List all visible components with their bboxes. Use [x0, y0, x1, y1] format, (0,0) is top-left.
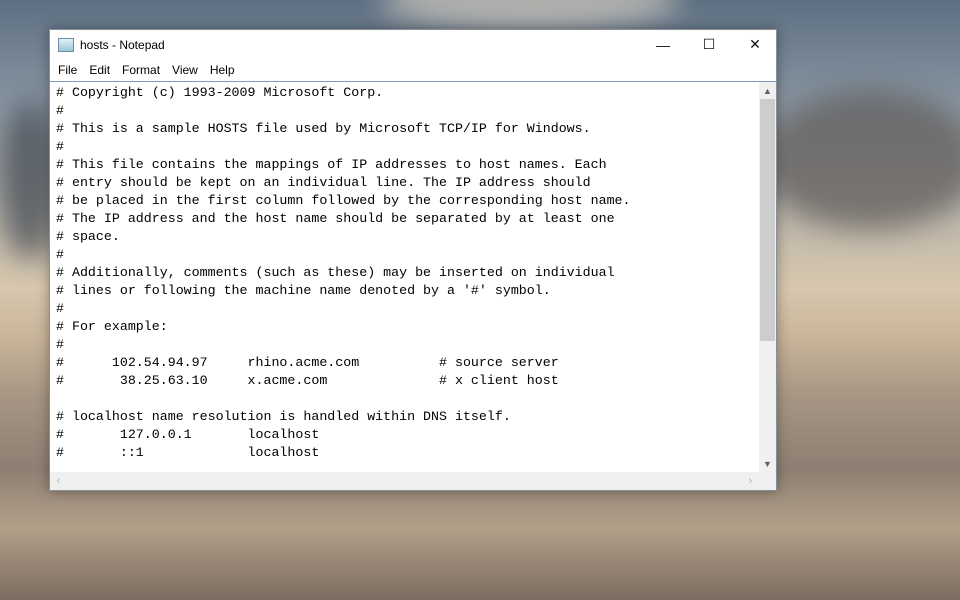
text-line: # Copyright (c) 1993-2009 Microsoft Corp…: [56, 85, 384, 100]
scrollbar-thumb[interactable]: [760, 99, 775, 341]
scroll-up-icon[interactable]: ▲: [759, 82, 776, 99]
text-line: # be placed in the first column followed…: [56, 193, 631, 208]
text-line: #: [56, 337, 64, 352]
minimize-button[interactable]: —: [640, 30, 686, 59]
background-cloud: [380, 0, 680, 30]
title-bar[interactable]: hosts - Notepad — ☐ ✕: [50, 30, 776, 59]
text-line: #: [56, 139, 64, 154]
text-line: #: [56, 247, 64, 262]
menu-view[interactable]: View: [166, 63, 204, 77]
text-line: # 38.25.63.10 x.acme.com # x client host: [56, 373, 559, 388]
menu-bar: File Edit Format View Help: [50, 59, 776, 81]
text-line: # The IP address and the host name shoul…: [56, 211, 615, 226]
text-line: # entry should be kept on an individual …: [56, 175, 591, 190]
text-line: # For example:: [56, 319, 168, 334]
menu-help[interactable]: Help: [204, 63, 241, 77]
vertical-scrollbar[interactable]: ▲ ▼: [759, 82, 776, 474]
menu-format[interactable]: Format: [116, 63, 166, 77]
menu-edit[interactable]: Edit: [83, 63, 116, 77]
menu-file[interactable]: File: [52, 63, 83, 77]
notepad-icon: [58, 37, 74, 52]
text-line: # localhost name resolution is handled w…: [56, 409, 511, 424]
background-cloud: [760, 90, 960, 230]
scroll-right-icon[interactable]: ›: [742, 472, 759, 490]
text-editor[interactable]: # Copyright (c) 1993-2009 Microsoft Corp…: [50, 81, 776, 474]
notepad-window: hosts - Notepad — ☐ ✕ File Edit Format V…: [49, 29, 777, 491]
text-line: # lines or following the machine name de…: [56, 283, 551, 298]
close-button[interactable]: ✕: [732, 30, 778, 59]
horizontal-scrollbar[interactable]: ‹ ›: [50, 472, 776, 490]
text-line: # This file contains the mappings of IP …: [56, 157, 607, 172]
text-line: # ::1 localhost: [56, 445, 320, 460]
editor-text[interactable]: # Copyright (c) 1993-2009 Microsoft Corp…: [56, 84, 631, 462]
maximize-button[interactable]: ☐: [686, 30, 732, 59]
text-line: # 127.0.0.1 localhost: [56, 427, 320, 442]
text-line: # space.: [56, 229, 120, 244]
text-line: #: [56, 103, 64, 118]
window-title: hosts - Notepad: [80, 37, 165, 52]
scroll-left-icon[interactable]: ‹: [50, 472, 67, 490]
text-line: [56, 390, 631, 408]
text-line: #: [56, 301, 64, 316]
text-line: # 102.54.94.97 rhino.acme.com # source s…: [56, 355, 559, 370]
scroll-down-icon[interactable]: ▼: [759, 455, 776, 472]
text-line: # This is a sample HOSTS file used by Mi…: [56, 121, 591, 136]
text-line: # Additionally, comments (such as these)…: [56, 265, 615, 280]
